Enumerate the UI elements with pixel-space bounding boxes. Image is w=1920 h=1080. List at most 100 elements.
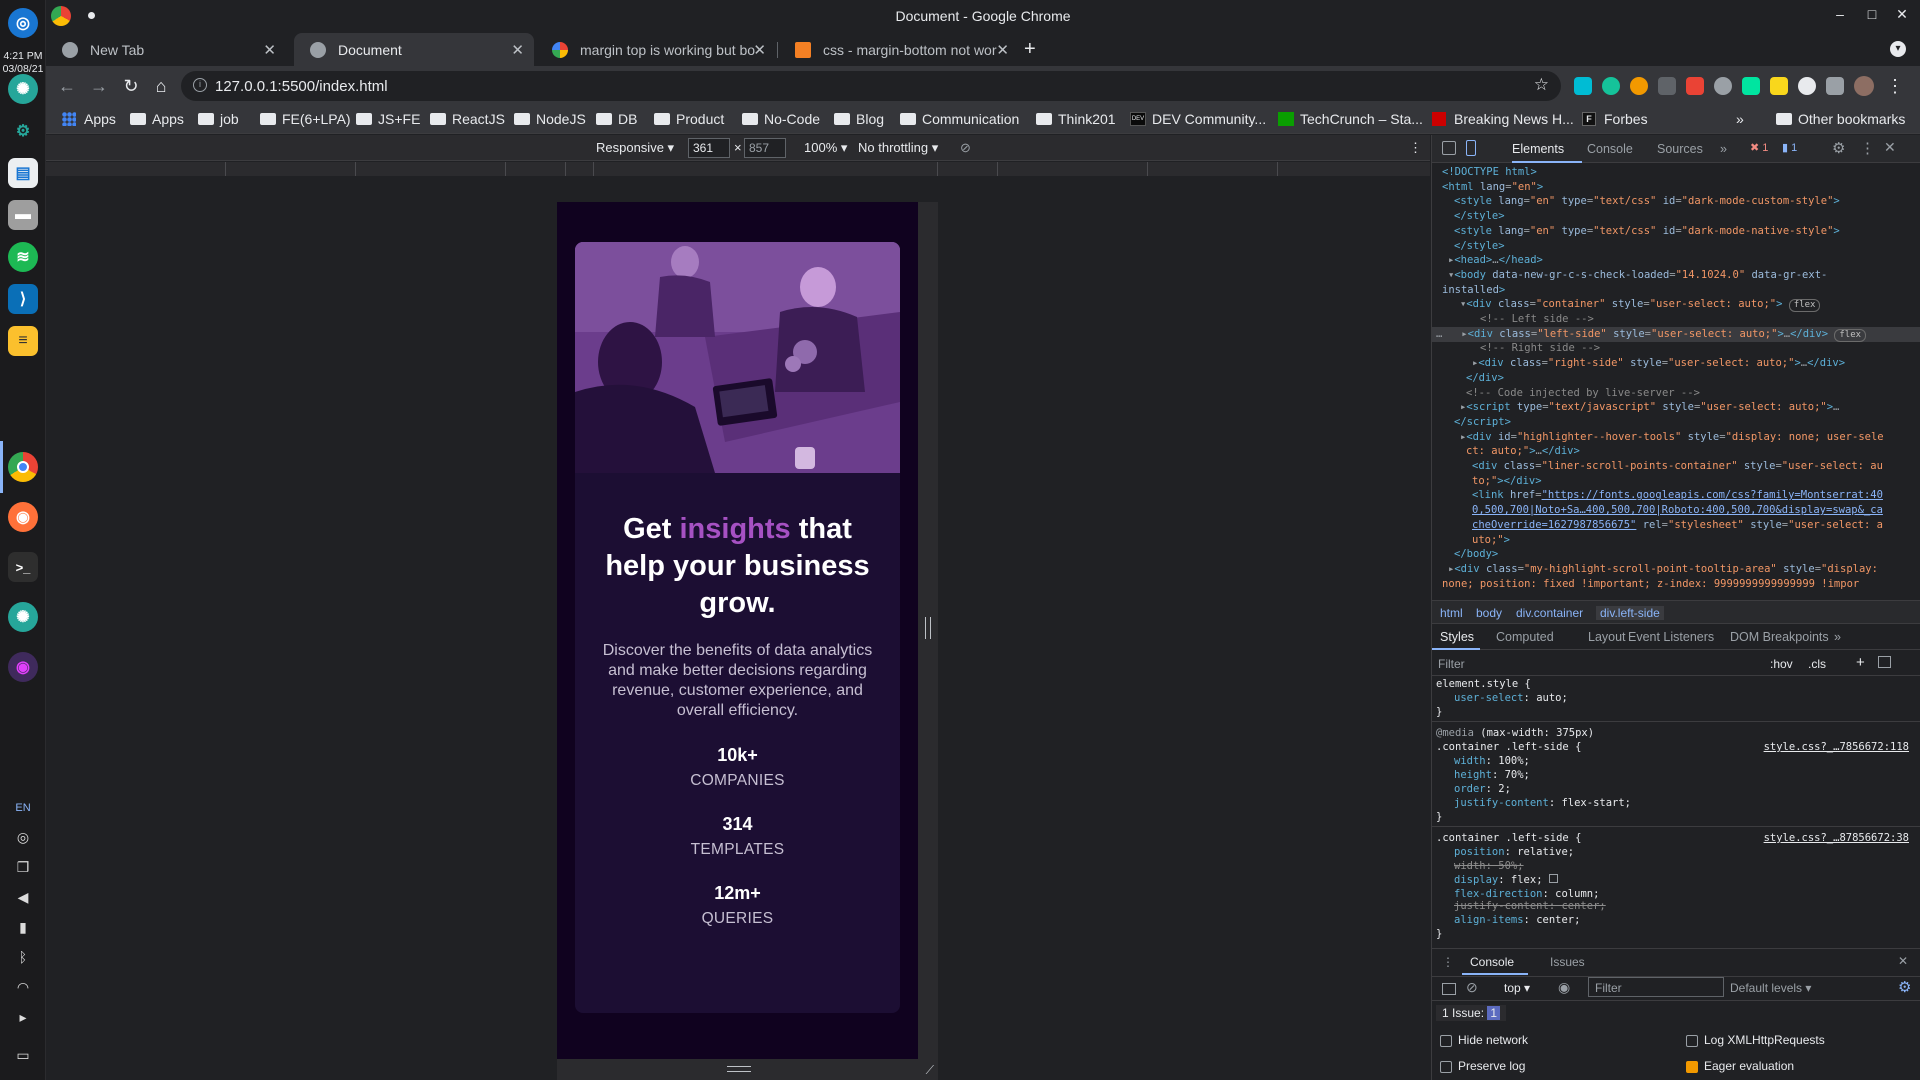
console-sidebar-icon[interactable]: [1442, 983, 1456, 995]
firefox-icon[interactable]: ◉: [8, 502, 38, 532]
rule-property[interactable]: position: relative;: [1436, 845, 1574, 859]
tab-new-tab[interactable]: New Tab ✕: [46, 33, 286, 66]
dom-line[interactable]: ▸<div class="right-side" style="user-sel…: [1432, 356, 1920, 371]
tab-dom-breakpoints[interactable]: DOM Breakpoints: [1730, 630, 1829, 644]
new-rule-icon[interactable]: +: [1856, 654, 1865, 671]
rule-selector[interactable]: .container .left-side {: [1436, 740, 1581, 754]
tab-layout[interactable]: Layout: [1588, 630, 1626, 644]
rule-property[interactable]: height: 70%;: [1436, 768, 1530, 782]
console-settings-gear-icon[interactable]: ⚙: [1898, 978, 1911, 996]
rule-property-overridden[interactable]: width: 50%;: [1436, 859, 1524, 873]
close-window-button[interactable]: ✕: [1892, 6, 1912, 26]
rule-property[interactable]: width: 100%;: [1436, 754, 1530, 768]
breadcrumb-html[interactable]: html: [1440, 606, 1463, 620]
error-count-badge[interactable]: ✖ 1: [1750, 141, 1768, 154]
wifi-icon[interactable]: ◠: [12, 976, 34, 998]
tab-elements[interactable]: Elements: [1512, 142, 1564, 156]
issues-count-badge[interactable]: ▮ 1: [1782, 141, 1797, 154]
dom-line[interactable]: ▸<head>…</head>: [1432, 253, 1920, 268]
dom-line[interactable]: </style>: [1432, 209, 1920, 224]
close-tab-icon[interactable]: ✕: [263, 41, 276, 59]
extension-icon-9[interactable]: [1798, 77, 1816, 95]
bookmark-folder-db[interactable]: DB: [596, 111, 637, 127]
tab-css-margin-bottom[interactable]: css - margin-bottom not wor ✕: [779, 33, 1019, 66]
close-drawer-icon[interactable]: ✕: [1898, 954, 1908, 968]
dom-line[interactable]: </style>: [1432, 239, 1920, 254]
styles-filter-input[interactable]: Filter: [1438, 657, 1465, 671]
live-expression-eye-icon[interactable]: ◉: [1558, 979, 1570, 996]
spotify-icon[interactable]: ≋: [8, 242, 38, 272]
profile-avatar[interactable]: [1854, 76, 1874, 96]
corner-resize-icon[interactable]: ⟋: [926, 1063, 934, 1078]
settings-gear-icon[interactable]: ⚙: [1832, 139, 1845, 157]
bookmark-folder-think201[interactable]: Think201: [1036, 111, 1116, 127]
tab-sources[interactable]: Sources: [1657, 142, 1703, 156]
bookmark-forbes[interactable]: F Forbes: [1582, 111, 1648, 127]
dom-line[interactable]: <div class="liner-scroll-points-containe…: [1432, 459, 1920, 474]
rule-selector[interactable]: element.style {: [1436, 677, 1531, 691]
dom-line[interactable]: ▸<script type="text/javascript" style="u…: [1432, 400, 1920, 415]
tab-styles[interactable]: Styles: [1440, 630, 1474, 644]
clipboard-icon[interactable]: ❐: [12, 856, 34, 878]
tab-computed[interactable]: Computed: [1496, 630, 1554, 644]
bookmark-folder-apps[interactable]: Apps: [130, 111, 184, 127]
dom-line[interactable]: </script>: [1432, 415, 1920, 430]
extension-icon-3[interactable]: [1630, 77, 1648, 95]
dom-line[interactable]: ▾<body data-new-gr-c-s-check-loaded="14.…: [1432, 268, 1920, 283]
battery-icon[interactable]: ▮: [12, 916, 34, 938]
bookmark-dev-community[interactable]: DEV DEV Community...: [1130, 111, 1266, 127]
dom-line[interactable]: ▸<div class="my-highlight-scroll-point-t…: [1432, 562, 1920, 577]
close-tab-icon[interactable]: ✕: [996, 41, 1009, 59]
maximize-button[interactable]: □: [1862, 6, 1882, 26]
extensions-puzzle-icon[interactable]: [1826, 77, 1844, 95]
dom-line[interactable]: 0,500,700|Noto+Sa…400,500,700|Roboto:400…: [1432, 503, 1920, 518]
console-filter-input[interactable]: Filter: [1588, 977, 1724, 997]
bookmark-breaking-news[interactable]: Breaking News H...: [1432, 111, 1574, 127]
drawer-tab-issues[interactable]: Issues: [1550, 955, 1585, 969]
bookmark-star-icon[interactable]: ☆: [1534, 75, 1549, 95]
bookmark-apps-shortcut[interactable]: Apps: [62, 111, 116, 127]
other-bookmarks-folder[interactable]: Other bookmarks: [1776, 111, 1905, 127]
expand-icon[interactable]: ▸: [12, 1006, 34, 1028]
tab-document[interactable]: Document ✕: [294, 33, 534, 66]
clear-console-icon[interactable]: ⊘: [1466, 979, 1478, 996]
dom-line[interactable]: <!-- Code injected by live-server -->: [1432, 386, 1920, 401]
new-tab-button[interactable]: +: [1024, 38, 1036, 61]
gmail-extension-icon[interactable]: [1686, 77, 1704, 95]
dom-line-selected[interactable]: … ▸<div class="left-side" style="user-se…: [1432, 326, 1920, 342]
bookmark-folder-no-code[interactable]: No-Code: [742, 111, 820, 127]
log-xhr-checkbox[interactable]: [1686, 1035, 1698, 1047]
bookmark-folder-job[interactable]: job: [198, 111, 239, 127]
back-button[interactable]: ←: [56, 75, 78, 97]
toggle-sidebar-icon[interactable]: [1878, 656, 1891, 668]
viewport-height-input[interactable]: 857: [744, 138, 786, 158]
chrome-menu-button[interactable]: ⋮: [1884, 75, 1906, 97]
context-selector[interactable]: top ▾: [1504, 981, 1530, 995]
device-mode-dropdown[interactable]: Responsive ▾: [596, 140, 674, 156]
more-style-tabs-button[interactable]: »: [1834, 630, 1841, 644]
close-devtools-icon[interactable]: ✕: [1884, 139, 1896, 156]
extension-icon-6[interactable]: [1714, 77, 1732, 95]
drawer-menu-icon[interactable]: ⋮: [1442, 955, 1454, 969]
devtools-menu-icon[interactable]: ⋮: [1860, 139, 1875, 157]
dom-line[interactable]: <html lang="en">: [1432, 180, 1920, 195]
rule-selector[interactable]: .container .left-side {: [1436, 831, 1581, 845]
rule-property[interactable]: display: flex;: [1436, 873, 1558, 887]
breadcrumb-container[interactable]: div.container: [1516, 606, 1583, 620]
bookmark-folder-product[interactable]: Product: [654, 111, 724, 127]
aperture-app-icon[interactable]: ✺: [8, 74, 38, 104]
dom-line[interactable]: uto;">: [1432, 533, 1920, 548]
preserve-log-checkbox[interactable]: [1440, 1061, 1452, 1073]
rule-property[interactable]: user-select: auto;: [1436, 691, 1568, 705]
bookmark-folder-nodejs[interactable]: NodeJS: [514, 111, 586, 127]
tab-console[interactable]: Console: [1587, 142, 1633, 156]
forward-button[interactable]: →: [88, 75, 110, 97]
dom-line[interactable]: ▸<div id="highlighter--hover-tools" styl…: [1432, 430, 1920, 445]
status-icon[interactable]: ◎: [12, 826, 34, 848]
close-tab-icon[interactable]: ✕: [511, 41, 524, 59]
eye-app-icon[interactable]: ◉: [8, 652, 38, 682]
address-bar[interactable]: i 127.0.0.1:5500/index.html ☆: [181, 71, 1561, 101]
rule-property[interactable]: order: 2;: [1436, 782, 1511, 796]
rotate-icon[interactable]: ⊘: [960, 140, 971, 156]
show-desktop-icon[interactable]: ▭: [12, 1044, 34, 1066]
